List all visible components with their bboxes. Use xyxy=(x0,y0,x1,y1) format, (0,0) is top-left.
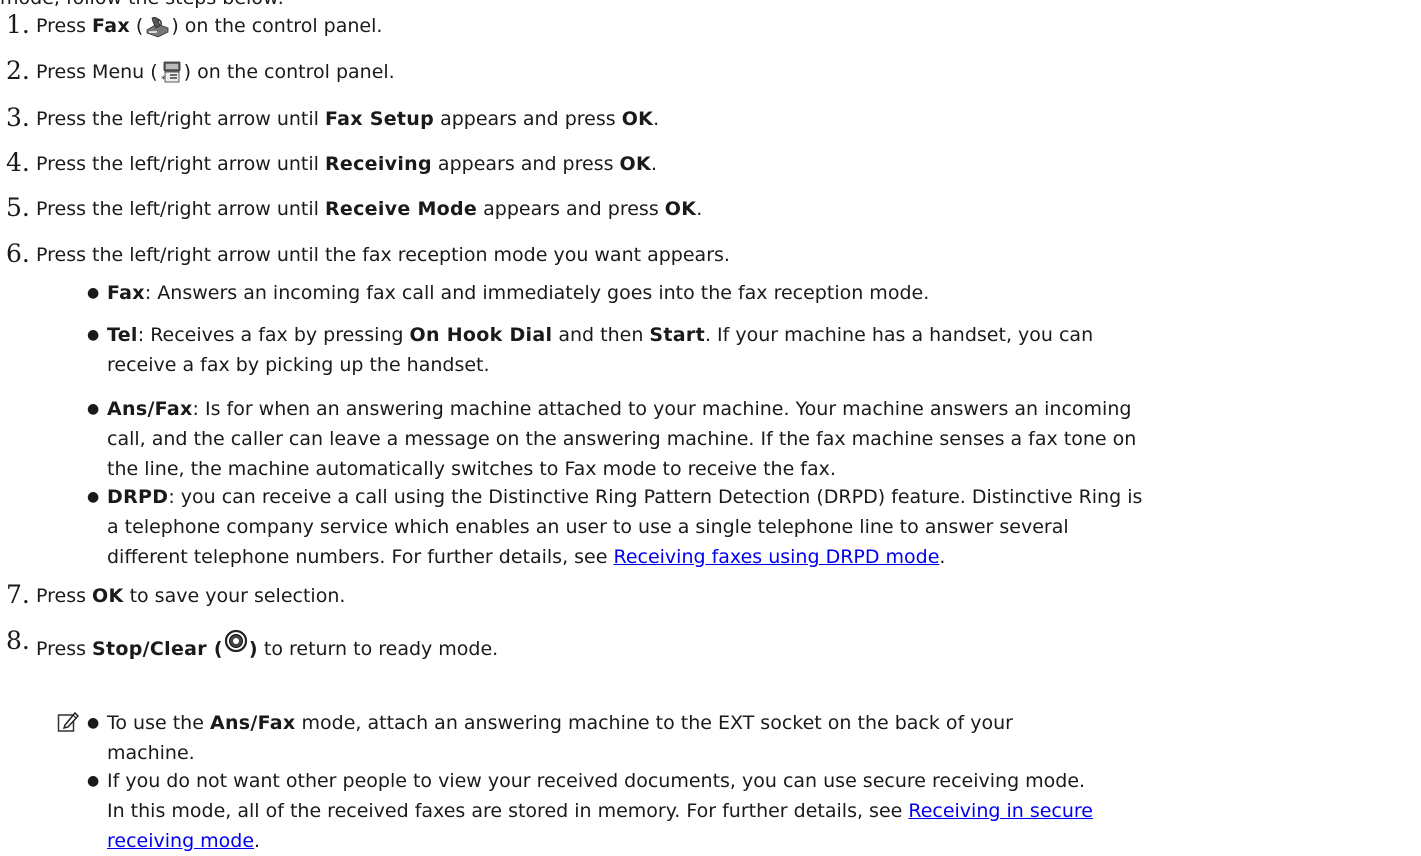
secure-receiving-link[interactable]: Receiving in secure xyxy=(908,800,1093,822)
step-number: 6. xyxy=(6,239,30,268)
bullet: ● xyxy=(87,773,100,789)
intro-text: mode, follow the steps below: xyxy=(0,0,284,8)
note-pencil-icon xyxy=(57,711,80,733)
bullet: ● xyxy=(87,715,100,731)
bullet: ● xyxy=(87,489,100,505)
step-number: 3. xyxy=(6,103,30,132)
bullet: ● xyxy=(87,401,100,417)
step-text: Press Stop/Clear () to return to ready m… xyxy=(36,629,498,662)
drpd-mode-link[interactable]: Receiving faxes using DRPD mode xyxy=(613,546,939,568)
list-item-tel: ● Tel: Receives a fax by pressing On Hoo… xyxy=(87,320,1417,380)
step-text: Press the left/right arrow until the fax… xyxy=(36,244,730,266)
step-text: Press the left/right arrow until Fax Set… xyxy=(36,108,660,130)
step-number: 4. xyxy=(6,148,30,177)
secure-receiving-link-continued[interactable]: receiving mode xyxy=(107,830,254,852)
fax-machine-icon xyxy=(144,14,170,45)
bullet: ● xyxy=(87,327,100,343)
step-text: Press Fax () on the control panel. xyxy=(36,13,382,45)
step-number: 2. xyxy=(6,56,30,85)
step-number: 8. xyxy=(6,626,30,655)
list-item-fax: ● Fax: Answers an incoming fax call and … xyxy=(87,278,1417,308)
step-number: 1. xyxy=(6,10,30,39)
note-item-ans-fax: ● To use the Ans/Fax mode, attach an ans… xyxy=(87,708,1417,768)
step-text: Press Menu (*) on the control panel. xyxy=(36,59,395,91)
step-text: Press the left/right arrow until Receivi… xyxy=(36,153,658,175)
step-number: 7. xyxy=(6,580,30,609)
list-item-drpd: ● DRPD: you can receive a call using the… xyxy=(87,482,1417,572)
step-text: Press OK to save your selection. xyxy=(36,585,346,607)
bold-term: Fax xyxy=(92,15,130,37)
svg-text:*: * xyxy=(161,75,166,84)
bullet: ● xyxy=(87,285,100,301)
step-text: Press the left/right arrow until Receive… xyxy=(36,198,703,220)
menu-icon: * xyxy=(159,60,183,91)
note-item-secure-receiving: ● If you do not want other people to vie… xyxy=(87,766,1417,856)
stop-clear-icon xyxy=(224,629,248,660)
step-number: 5. xyxy=(6,193,30,222)
list-item-ans-fax: ● Ans/Fax: Is for when an answering mach… xyxy=(87,394,1417,484)
